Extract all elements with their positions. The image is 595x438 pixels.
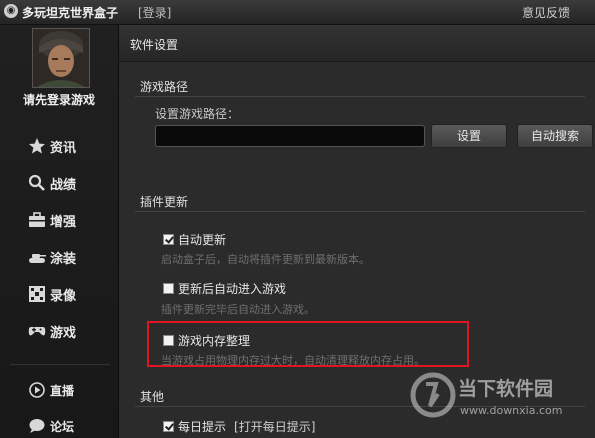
- app-logo-icon: ◉: [4, 4, 18, 18]
- game-path-input[interactable]: [155, 125, 425, 147]
- gamepad-icon: [28, 327, 46, 336]
- settings-header: 软件设置: [119, 25, 595, 62]
- option-memory-cleanup[interactable]: 游戏内存整理: [163, 332, 250, 349]
- sidebar-divider: [10, 364, 110, 365]
- option-label: 自动更新: [178, 233, 227, 247]
- app-title: 多玩坦克世界盒子: [22, 6, 119, 20]
- sidebar-item-label: 涂装: [50, 251, 77, 267]
- film-icon: [29, 286, 45, 302]
- set-path-button[interactable]: 设置: [431, 124, 507, 148]
- toolbox-icon: [29, 212, 45, 227]
- sidebar-item-live[interactable]: 直播: [28, 378, 108, 402]
- title-bar: ◉ 多玩坦克世界盒子 [登录] 意见反馈: [0, 0, 595, 25]
- option-hint: 当游戏占用物理内存过大时，自动清理释放内存占用。: [161, 354, 425, 367]
- watermark-url: www.downxia.com: [460, 404, 563, 417]
- sidebar-item-label: 增强: [50, 214, 77, 230]
- sidebar-item-forum[interactable]: 论坛: [28, 414, 108, 438]
- watermark: 当下软件园 www.downxia.com: [410, 368, 595, 438]
- sidebar-item-replay[interactable]: 录像: [28, 282, 108, 306]
- sidebar-item-news[interactable]: 资讯: [28, 134, 108, 158]
- sidebar-item-skin[interactable]: 涂装: [28, 245, 108, 269]
- section-title-other: 其他: [140, 390, 165, 404]
- section-title-plugin: 插件更新: [140, 195, 189, 209]
- sidebar-item-label: 论坛: [50, 419, 75, 434]
- sidebar-item-label: 游戏: [50, 325, 77, 341]
- chat-icon: [29, 419, 45, 433]
- path-field-label: 设置游戏路径：: [155, 107, 240, 121]
- sidebar-item-game[interactable]: 游戏: [28, 319, 108, 343]
- sidebar-item-label: 直播: [50, 383, 75, 398]
- sidebar-item-stats[interactable]: 战绩: [28, 171, 108, 195]
- option-hint: 插件更新完毕后自动进入游戏。: [161, 303, 315, 316]
- avatar-label: 请先登录游戏: [22, 93, 95, 107]
- tank-icon: [29, 254, 46, 263]
- checkbox[interactable]: [163, 283, 174, 294]
- sidebar-item-label: 录像: [50, 288, 77, 304]
- option-auto-enter-game[interactable]: 更新后自动进入游戏: [163, 280, 286, 297]
- section-title-path: 游戏路径: [140, 80, 189, 94]
- auto-search-button[interactable]: 自动搜索: [517, 124, 593, 148]
- divider: [135, 96, 585, 97]
- feedback-link[interactable]: 意见反馈: [522, 4, 570, 21]
- watermark-brand: 当下软件园: [458, 378, 554, 400]
- option-label: 游戏内存整理: [178, 334, 251, 348]
- page-title: 软件设置: [130, 38, 179, 52]
- play-icon: [29, 382, 45, 398]
- checkbox[interactable]: [163, 335, 174, 346]
- watermark-logo-icon: [410, 372, 456, 418]
- avatar[interactable]: [32, 28, 90, 88]
- checkbox[interactable]: [163, 421, 174, 432]
- option-auto-update[interactable]: 自动更新: [163, 231, 226, 248]
- option-daily-tip[interactable]: 每日提示 [打开每日提示]: [163, 418, 315, 435]
- login-link[interactable]: [登录]: [138, 4, 171, 21]
- search-icon: [28, 174, 45, 191]
- sidebar-item-enhance[interactable]: 增强: [28, 208, 108, 232]
- checkbox[interactable]: [163, 234, 174, 245]
- divider: [135, 211, 585, 212]
- star-icon: [29, 138, 45, 154]
- open-daily-tip-link[interactable]: [打开每日提示]: [234, 418, 315, 435]
- option-label: 每日提示: [178, 420, 227, 434]
- sidebar-item-label: 战绩: [50, 177, 77, 193]
- sidebar-item-label: 资讯: [50, 140, 77, 156]
- option-label: 更新后自动进入游戏: [178, 282, 287, 296]
- sidebar: 请先登录游戏 资讯 战绩 增强 涂装 录像 游戏 直播 论坛: [0, 25, 119, 438]
- option-hint: 启动盒子后，自动将插件更新到最新版本。: [161, 253, 370, 266]
